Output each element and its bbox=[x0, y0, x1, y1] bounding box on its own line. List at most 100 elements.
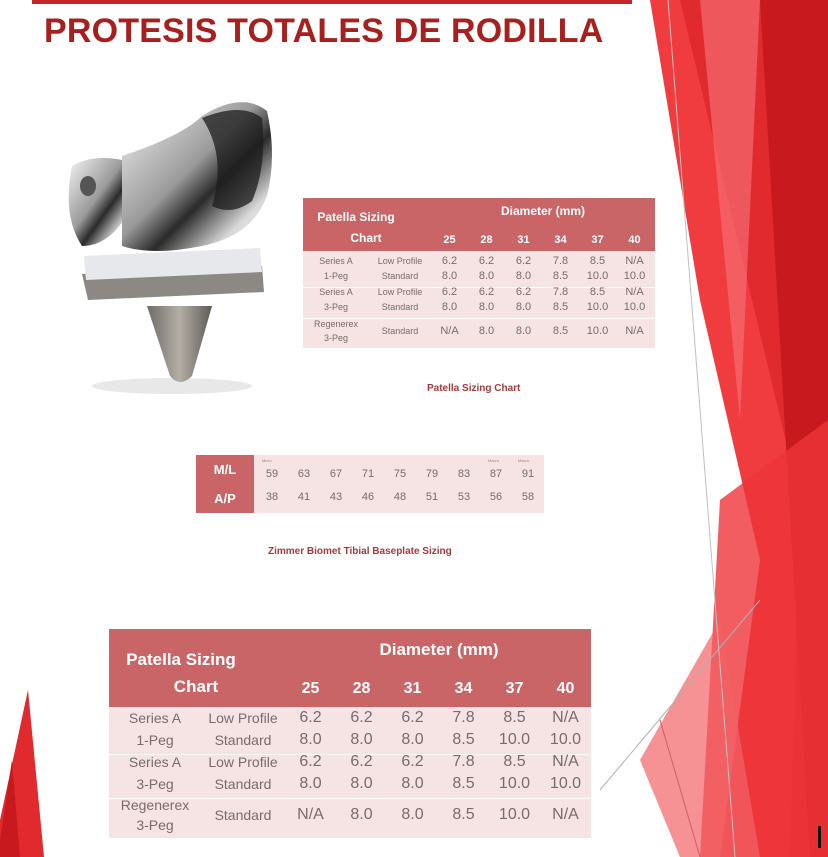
top-rule bbox=[32, 0, 632, 4]
row-type-label: Standard bbox=[214, 807, 272, 823]
table-cell: 7.8 bbox=[552, 255, 569, 267]
diameter-label: Diameter (mm) bbox=[500, 204, 586, 218]
table-cell: 8.5 bbox=[589, 255, 606, 267]
column-header: 37 bbox=[591, 234, 604, 246]
table-cell: 8.0 bbox=[299, 775, 322, 792]
table-cell: 8.0 bbox=[478, 301, 495, 313]
table-cell: 10.0 bbox=[623, 270, 646, 282]
table-cell: 8.5 bbox=[552, 301, 569, 313]
table-cell: N/A bbox=[440, 325, 459, 337]
table-cell: 8.0 bbox=[441, 270, 458, 282]
table-cell: 10.0 bbox=[586, 270, 609, 282]
table-cell: 10.0 bbox=[498, 775, 531, 792]
column-header: 28 bbox=[480, 234, 493, 246]
table-cell: 8.0 bbox=[478, 270, 495, 282]
column-header: 25 bbox=[443, 234, 456, 246]
row-group-label: Regenerex bbox=[313, 319, 359, 329]
table-cell: 8.5 bbox=[552, 270, 569, 282]
table-cell: 6.2 bbox=[350, 753, 373, 770]
table-cell: 41 bbox=[297, 491, 311, 503]
table-cell: N/A bbox=[625, 325, 644, 337]
page-title: PROTESIS TOTALES DE RODILLA bbox=[44, 12, 604, 50]
table-cell: 8.0 bbox=[401, 731, 424, 748]
table-cell: 8.0 bbox=[515, 301, 532, 313]
table-cell: 10.0 bbox=[498, 731, 531, 748]
row-type-label: Low Profile bbox=[208, 710, 278, 726]
table-cell: 83 bbox=[457, 468, 471, 480]
table-cell: 7.8 bbox=[552, 286, 569, 298]
table-cell: 71 bbox=[361, 468, 375, 480]
table-cell: 75 bbox=[393, 468, 407, 480]
table-cell: 8.0 bbox=[350, 731, 373, 748]
table-cell: 8.0 bbox=[478, 325, 495, 337]
table-cell: 7.8 bbox=[452, 753, 475, 770]
table-cell: 63 bbox=[297, 468, 311, 480]
table-corner-line2: Chart bbox=[173, 677, 219, 696]
table-cell: 58 bbox=[521, 491, 535, 503]
column-header: 40 bbox=[628, 234, 641, 246]
table-cell: 10.0 bbox=[623, 301, 646, 313]
column-header: 25 bbox=[301, 680, 320, 697]
table-cell: 6.2 bbox=[478, 255, 495, 267]
table-cell: 6.2 bbox=[401, 753, 424, 770]
patella-sizing-table-small: Patella Sizing Chart Diameter (mm) 25 28 3… bbox=[303, 198, 655, 348]
column-header: 31 bbox=[517, 234, 530, 246]
table-cell: 43 bbox=[329, 491, 343, 503]
row-group-label: Series A bbox=[128, 710, 182, 726]
table-cell: 10.0 bbox=[586, 325, 609, 337]
table-cell: 6.2 bbox=[441, 255, 458, 267]
row-group-label: Series A bbox=[128, 754, 182, 770]
row-group-label: 1-Peg bbox=[323, 271, 349, 281]
ml-row-label: M/L bbox=[196, 455, 254, 484]
table-cell: 10.0 bbox=[549, 775, 582, 792]
table-cell: 10.0 bbox=[549, 731, 582, 748]
patella-sizing-table-large: Patella Sizing Chart Diameter (mm) 25 28 3… bbox=[109, 629, 591, 838]
table-cell: N/A bbox=[552, 709, 579, 726]
table-cell: 56 bbox=[489, 491, 503, 503]
row-type-label: Low Profile bbox=[377, 256, 423, 266]
knee-implant-image bbox=[68, 102, 272, 394]
table-cell: 8.0 bbox=[350, 806, 373, 823]
row-type-label: Standard bbox=[214, 776, 272, 792]
table-cell: N/A bbox=[625, 286, 644, 298]
table-cell: 79 bbox=[425, 468, 439, 480]
table-cell: 6.2 bbox=[478, 286, 495, 298]
table-corner-line2: Chart bbox=[350, 231, 382, 245]
row-type-label: Low Profile bbox=[208, 754, 278, 770]
table-cell: 6.2 bbox=[299, 753, 322, 770]
table-cell: 59 bbox=[265, 468, 279, 480]
table-cell: 8.5 bbox=[589, 286, 606, 298]
row-group-label: 3-Peg bbox=[323, 302, 349, 312]
table-cell: 8.5 bbox=[452, 775, 475, 792]
table-cell: 6.2 bbox=[299, 709, 322, 726]
baseplate-caption: Zimmer Biomet Tibial Baseplate Sizing bbox=[268, 546, 452, 557]
column-header: 40 bbox=[556, 680, 575, 697]
table-corner-line1: Patella Sizing bbox=[126, 650, 236, 669]
table-cell: N/A bbox=[625, 255, 644, 267]
row-group-label: 3-Peg bbox=[136, 817, 174, 833]
row-type-label: Low Profile bbox=[377, 287, 423, 297]
row-type-label: Standard bbox=[381, 302, 419, 312]
column-header: 37 bbox=[505, 680, 524, 697]
table-cell: 8.5 bbox=[452, 806, 475, 823]
ap-row-label: A/P bbox=[196, 484, 254, 513]
table-cell: 67 bbox=[329, 468, 343, 480]
row-type-label: Standard bbox=[214, 732, 272, 748]
scrollbar-handle[interactable] bbox=[818, 826, 821, 848]
macro-mark-1: Macro bbox=[488, 458, 500, 463]
row-group-label: 3-Peg bbox=[323, 333, 349, 343]
row-group-label: Series A bbox=[319, 287, 353, 297]
table-cell: 8.5 bbox=[452, 731, 475, 748]
table-cell: 8.5 bbox=[552, 325, 569, 337]
table-corner-line1: Patella Sizing bbox=[317, 210, 395, 224]
patella-caption: Patella Sizing Chart bbox=[427, 383, 521, 394]
table-cell: 8.0 bbox=[401, 775, 424, 792]
table-cell: 38 bbox=[265, 491, 279, 503]
table-cell: 6.2 bbox=[515, 286, 532, 298]
table-cell: 8.0 bbox=[515, 270, 532, 282]
table-cell: 7.8 bbox=[452, 709, 475, 726]
table-cell: 10.0 bbox=[586, 301, 609, 313]
column-header: 34 bbox=[454, 680, 473, 697]
column-header: 34 bbox=[554, 234, 567, 246]
table-cell: 8.0 bbox=[515, 325, 532, 337]
